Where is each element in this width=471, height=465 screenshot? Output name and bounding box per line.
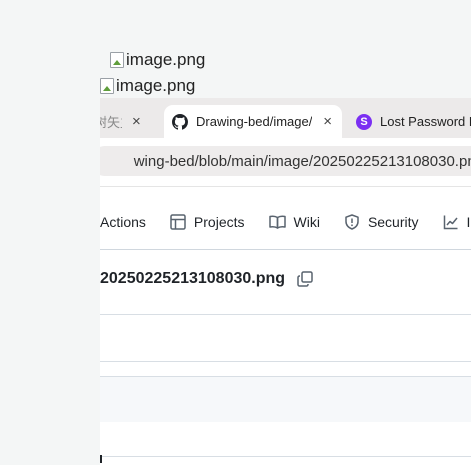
url-text: wing-bed/blob/main/image/202502252131080… — [133, 152, 471, 170]
book-icon — [268, 215, 286, 229]
close-icon[interactable]: × — [132, 114, 141, 129]
url-field[interactable]: wing-bed/blob/main/image/202502252131080… — [100, 146, 471, 176]
tab-label: Lost Password R — [380, 114, 471, 129]
nav-label: Wiki — [293, 214, 320, 230]
browser-window: 树矢主 × Drawing-bed/image/2025022521310803… — [100, 98, 471, 465]
copy-icon[interactable] — [297, 271, 313, 287]
tab-previous[interactable]: 树矢主 × — [100, 105, 158, 138]
broken-image-icon — [110, 52, 124, 68]
nav-insights[interactable]: I — [443, 214, 471, 230]
file-toolbar — [100, 314, 471, 362]
table-icon — [170, 214, 186, 230]
tab-strip: 树矢主 × Drawing-bed/image/2025022521310803… — [100, 98, 471, 138]
tab-label: Drawing-bed/image/20250225213108030.png — [196, 114, 312, 129]
file-content — [100, 422, 471, 457]
nav-label: I — [466, 214, 471, 230]
nav-projects[interactable]: Projects — [170, 214, 245, 230]
nav-actions[interactable]: Actions — [100, 214, 146, 230]
file-name: 20250225213108030.png — [100, 270, 286, 287]
shield-icon — [345, 214, 359, 230]
nav-label: Projects — [193, 214, 245, 230]
file-content-header — [100, 376, 471, 424]
nav-label: Security — [367, 214, 419, 230]
tab-active[interactable]: Drawing-bed/image/20250225213108030.png … — [164, 105, 342, 138]
broken-image-icon — [100, 78, 114, 94]
graph-icon — [443, 215, 458, 230]
tab-next[interactable]: S Lost Password R — [356, 105, 471, 138]
broken-image-alt: image.png — [126, 50, 206, 69]
close-icon[interactable]: × — [323, 114, 332, 129]
broken-image-alt: image.png — [116, 76, 196, 95]
nav-security[interactable]: Security — [344, 214, 419, 230]
nav-wiki[interactable]: Wiki — [268, 214, 320, 230]
nav-label: Actions — [100, 214, 146, 230]
broken-image-1: image.png — [110, 50, 205, 70]
address-bar: wing-bed/blob/main/image/202502252131080… — [100, 138, 471, 186]
repo-nav: Actions Projects Wiki Security I — [100, 208, 471, 236]
divider — [100, 186, 471, 187]
broken-image-2: image.png — [100, 76, 195, 96]
purple-s-icon: S — [356, 113, 372, 130]
github-icon — [172, 113, 188, 130]
divider — [100, 249, 471, 250]
file-header: 20250225213108030.png — [100, 270, 313, 288]
cursor-mark — [100, 455, 102, 463]
tab-label: 树矢主 — [100, 115, 122, 130]
